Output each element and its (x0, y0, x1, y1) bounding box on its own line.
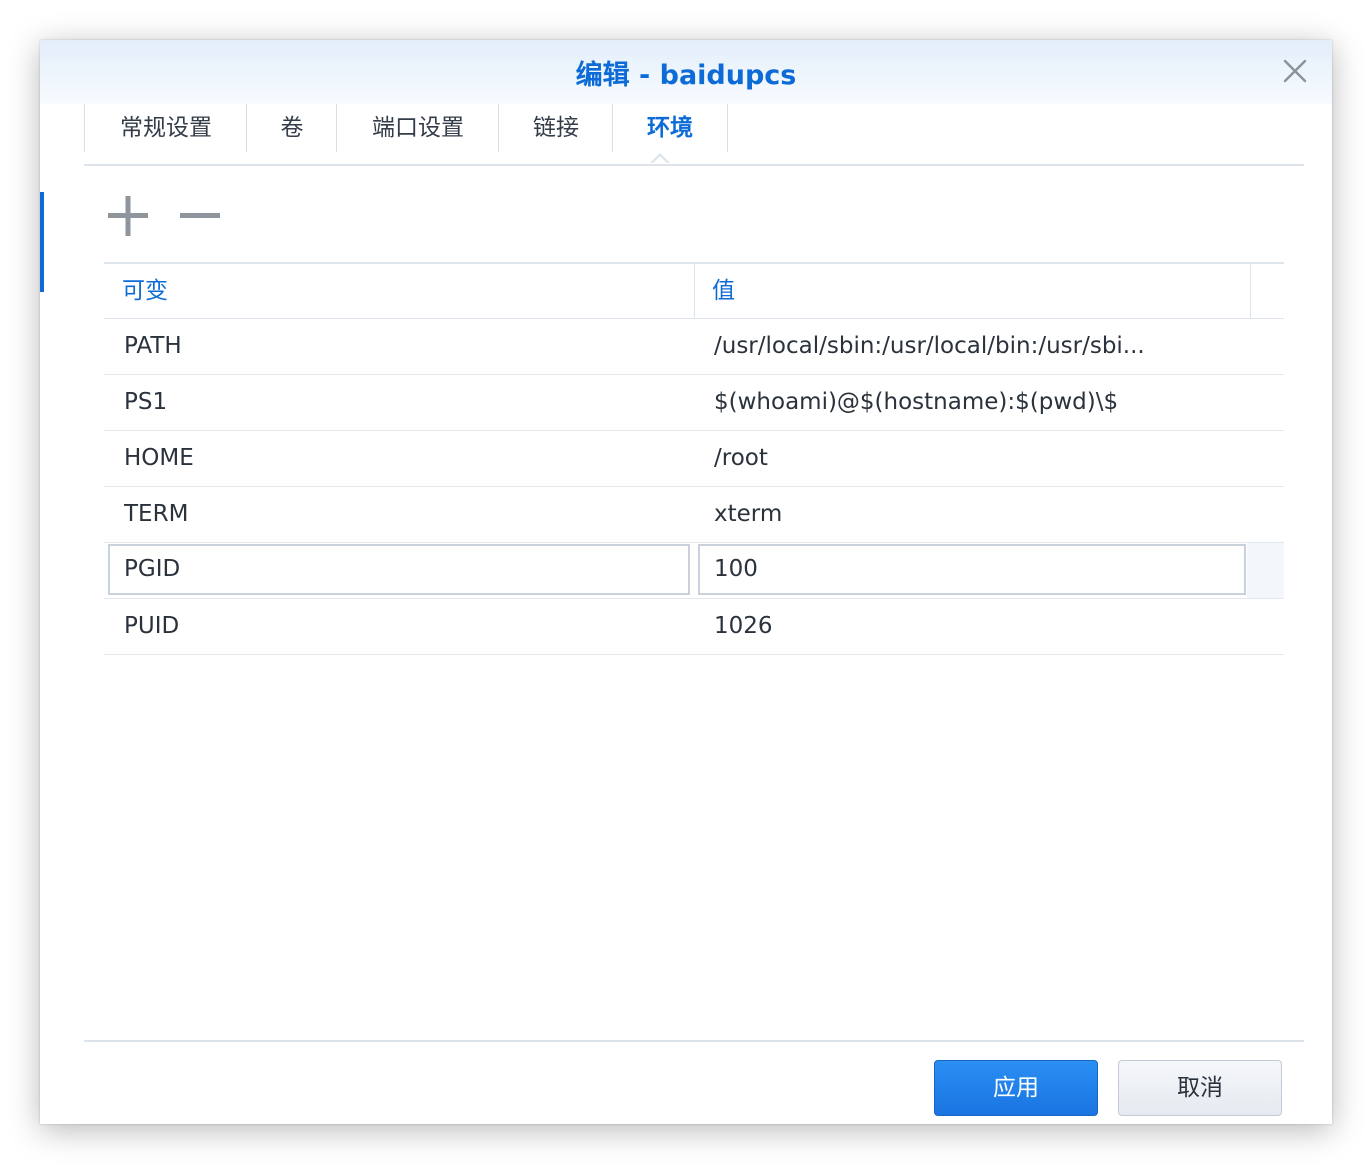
value-cell: xterm (714, 501, 783, 527)
cancel-button[interactable]: 取消 (1118, 1060, 1282, 1116)
table-header: 可变 值 (104, 264, 1284, 319)
add-variable-button[interactable] (106, 196, 150, 236)
value-cell: /root (714, 445, 768, 471)
table-row[interactable]: PS1 $(whoami)@$(hostname):$(pwd)\$ (104, 375, 1284, 431)
close-button[interactable] (1280, 56, 1310, 86)
variable-cell: PATH (124, 333, 182, 359)
tab-links[interactable]: 链接 (498, 104, 613, 152)
column-divider[interactable] (694, 264, 695, 318)
value-cell: 1026 (714, 613, 773, 639)
column-divider[interactable] (1250, 264, 1251, 318)
tab-label: 卷 (280, 115, 304, 141)
tab-port-settings[interactable]: 端口设置 (336, 104, 499, 152)
tab-label: 环境 (647, 115, 693, 141)
active-tab-pointer-inner (652, 156, 668, 164)
minus-icon (180, 213, 220, 218)
value-edit-field[interactable]: 100 (698, 544, 1246, 595)
value-cell: $(whoami)@$(hostname):$(pwd)\$ (714, 389, 1119, 415)
tab-label: 常规设置 (120, 115, 212, 141)
row-highlight-tail (1247, 543, 1284, 598)
tab-volume[interactable]: 卷 (246, 104, 337, 152)
table-row[interactable]: HOME /root (104, 431, 1284, 487)
plus-icon (108, 196, 148, 236)
value-cell: /usr/local/sbin:/usr/local/bin:/usr/sbi.… (714, 333, 1145, 359)
variable-cell: PS1 (124, 389, 168, 415)
tab-bar: 常规设置 卷 端口设置 链接 环境 (84, 104, 1304, 166)
tab-general-settings[interactable]: 常规设置 (84, 104, 247, 152)
table-row[interactable]: PATH /usr/local/sbin:/usr/local/bin:/usr… (104, 319, 1284, 375)
variable-cell: HOME (124, 445, 194, 471)
variable-cell: PUID (124, 613, 180, 639)
dialog-header: 编辑 - baidupcs (40, 40, 1332, 104)
footer-divider (84, 1040, 1304, 1042)
table-row[interactable]: TERM xterm (104, 487, 1284, 543)
remove-variable-button[interactable] (178, 196, 222, 236)
tab-environment[interactable]: 环境 (612, 104, 728, 152)
apply-button[interactable]: 应用 (934, 1060, 1098, 1116)
table-row-editing[interactable]: PGID 100 (104, 543, 1284, 599)
tab-label: 端口设置 (372, 115, 464, 141)
focus-accent-bar (40, 192, 44, 292)
column-header-value[interactable]: 值 (712, 264, 735, 318)
edit-dialog: 编辑 - baidupcs 常规设置 卷 端口设置 链接 环境 可变 值 PAT… (40, 40, 1332, 1124)
column-header-variable[interactable]: 可变 (122, 264, 168, 318)
dialog-title: 编辑 - baidupcs (575, 60, 797, 91)
table-row[interactable]: PUID 1026 (104, 599, 1284, 655)
environment-table: 可变 值 PATH /usr/local/sbin:/usr/local/bin… (104, 262, 1284, 655)
close-icon (1283, 59, 1307, 83)
tab-label: 链接 (533, 115, 579, 141)
variable-edit-field[interactable]: PGID (108, 544, 690, 595)
variable-cell: TERM (124, 501, 189, 527)
